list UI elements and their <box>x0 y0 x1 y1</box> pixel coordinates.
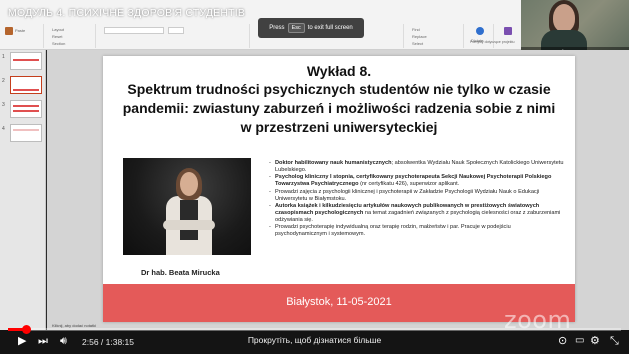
bio-item: Prowadzi zajęcia z psychologii kliniczne… <box>269 189 564 203</box>
autoplay-toggle-icon[interactable]: ⊙ <box>558 335 567 347</box>
slide-title-line-4: w przestrzeni uniwersyteckiej <box>240 119 438 135</box>
ribbon-label-paste: Paste <box>15 28 26 33</box>
slide-title-line-1: Wykład 8. <box>306 63 372 79</box>
subtitles-icon[interactable]: ▭ <box>575 335 584 347</box>
video-player-frame: Paste Layout Reset Section Find Replace … <box>0 0 629 354</box>
bio-item: Psycholog kliniczny I stopnia, certyfiko… <box>269 174 564 188</box>
bio-item: Doktor habilitowany nauk humanistycznych… <box>269 160 564 174</box>
ribbon-label-design-ideas: Pomysły dotyczące projektu <box>470 40 515 44</box>
bio-item-text: Prowadzi psychoterapię indywidualną oraz… <box>275 224 511 238</box>
toast-press-label: Press <box>269 25 285 31</box>
bio-item: Prowadzi psychoterapię indywidualną oraz… <box>269 224 564 238</box>
fullscreen-exit-icon[interactable]: ⤡ <box>610 335 619 347</box>
fullscreen-exit-toast: Press Esc to exit full screen <box>258 18 364 38</box>
scroll-hint: Прокрутіть, щоб дізнатися більше <box>247 335 382 345</box>
thumb-bar <box>13 110 39 112</box>
designer-icon <box>504 27 512 35</box>
ribbon-group-designer <box>496 24 520 48</box>
slide-thumbnail-2[interactable] <box>10 76 42 94</box>
bio-item-bold: Doktor habilitowany nauk humanistycznych <box>275 160 392 166</box>
thumb-number-3: 3 <box>2 102 5 108</box>
slide-thumbnails-pane: 1 2 3 4 <box>0 50 46 330</box>
bio-item-text: (nr certyfikatu 426), superwizor aplikan… <box>358 181 460 188</box>
ribbon-label-reset: Reset <box>52 34 63 39</box>
slide-thumbnail-1[interactable] <box>10 52 42 70</box>
progress-bar[interactable] <box>8 325 621 334</box>
slide-thumbnail-3[interactable] <box>10 100 42 118</box>
slide-title-line-2: Spektrum trudności psychicznych studentó… <box>127 81 551 97</box>
slide-canvas: Wykład 8. Spektrum trudności psychicznyc… <box>47 50 629 330</box>
ribbon-group-font <box>100 24 250 48</box>
settings-icon[interactable]: ⚙ <box>590 335 600 347</box>
ribbon-group-slides: Layout Reset Section <box>48 24 96 48</box>
font-family-box <box>104 27 164 34</box>
participant-head <box>553 4 575 32</box>
slide-title-line-3: pandemii: zwiastuny zaburzeń i możliwośc… <box>122 100 556 116</box>
speaker-photo <box>123 158 251 255</box>
speaker-caption: Dr hab. Beata Mirucka <box>141 268 220 277</box>
ribbon-label-select: Select <box>412 41 424 46</box>
bio-item-text: Prowadzi zajęcia z psychologii kliniczne… <box>275 188 540 202</box>
thumb-bar <box>13 59 39 61</box>
esc-key: Esc <box>287 23 305 33</box>
ribbon-label-layout: Layout <box>52 27 65 32</box>
video-title: МОДУЛЬ 4. ПСИХІЧНЕ ЗДОРОВ'Я СТУДЕНТІВ <box>8 7 246 19</box>
ribbon-label-find: Find <box>412 27 420 32</box>
thumb-number-2: 2 <box>2 78 5 84</box>
bio-item: Autorka książek i kilkudziesięciu artyku… <box>269 203 564 224</box>
ribbon-group-editing: Find Replace Select <box>408 24 464 48</box>
paste-icon <box>5 27 13 35</box>
ribbon-label-replace: Replace <box>412 34 427 39</box>
dictate-icon <box>476 27 484 35</box>
speaker-bio-list: Doktor habilitowany nauk humanistycznych… <box>269 160 564 238</box>
thumb-bar <box>13 129 39 131</box>
current-slide[interactable]: Wykład 8. Spektrum trudności psychicznyc… <box>103 56 575 322</box>
thumb-bar <box>13 89 39 91</box>
ribbon-group-clipboard: Paste <box>2 24 44 48</box>
slide-title: Wykład 8. Spektrum trudności psychicznyc… <box>103 62 575 137</box>
thumb-number-1: 1 <box>2 54 5 60</box>
photo-arms <box>163 220 215 230</box>
ribbon-group-voice: Dictate <box>466 24 494 48</box>
thumb-bar <box>13 105 39 107</box>
slide-thumbnail-4[interactable] <box>10 124 42 142</box>
toast-suffix-label: to exit full screen <box>307 25 353 31</box>
ribbon-label-section: Section <box>52 41 66 46</box>
photo-face <box>180 172 198 196</box>
thumb-number-4: 4 <box>2 126 5 132</box>
font-size-box <box>168 27 184 34</box>
